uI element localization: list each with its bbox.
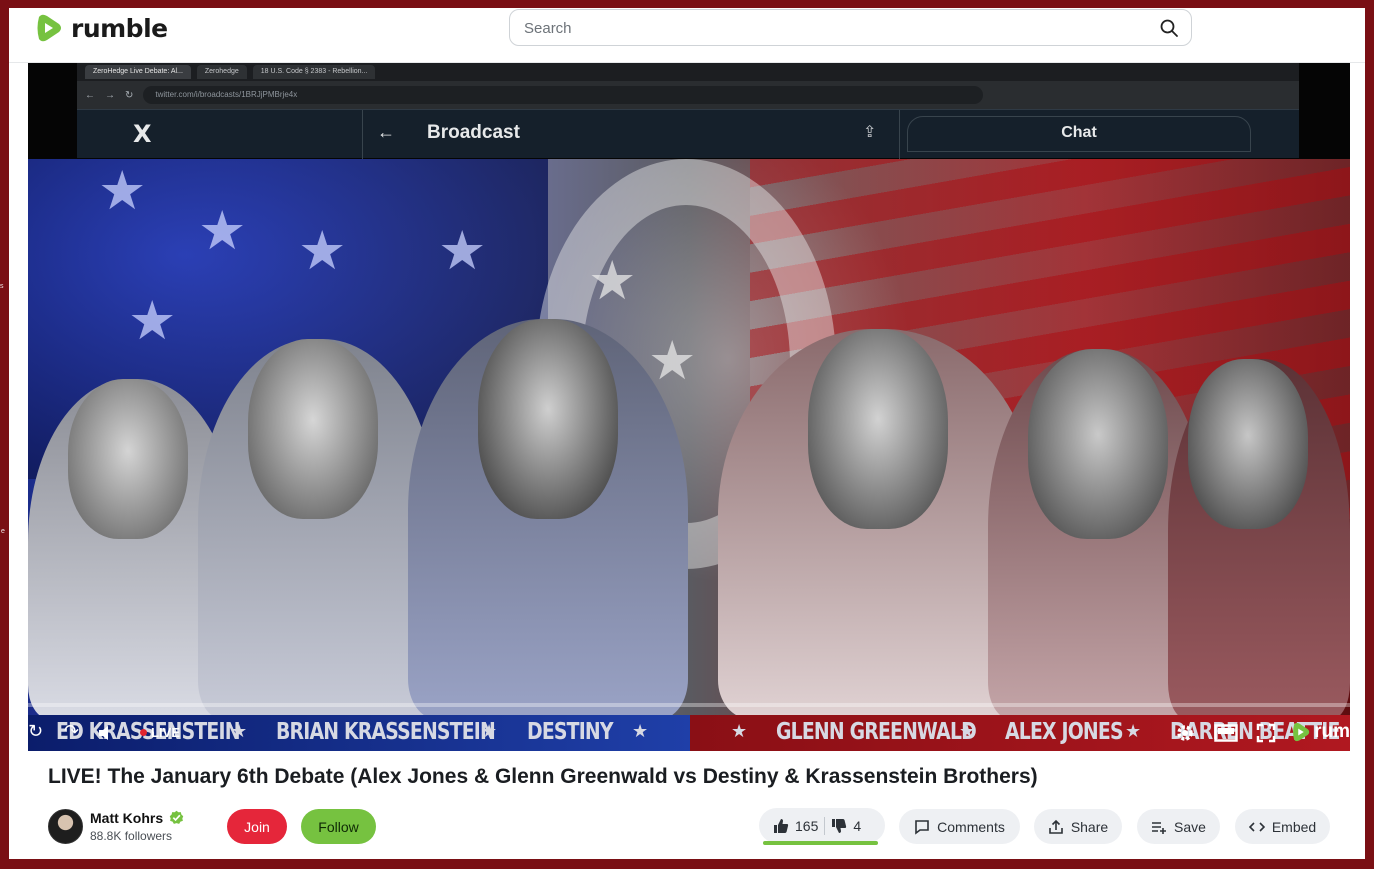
rumble-logo[interactable]: rumble <box>33 12 168 44</box>
video-thumbnail-art: ★ ★ ★ ★ ★ ★ ★ <box>28 159 1350 719</box>
browser-tab: ZeroHedge Live Debate: Al... <box>85 65 191 79</box>
divider <box>899 110 900 159</box>
rumble-logo-icon <box>37 14 61 42</box>
live-label: LIVE <box>151 725 180 740</box>
person-brian-krassenstein <box>198 339 438 719</box>
star-decoration: ★ <box>438 219 487 282</box>
like-ratio-bar <box>763 841 878 845</box>
thumbs-down-icon <box>832 818 847 833</box>
person-head <box>248 339 378 519</box>
page-frame: rumble ZeroHedge Live Debate: Al... Zero… <box>9 8 1365 859</box>
fullscreen-icon[interactable] <box>1256 723 1276 743</box>
x-back-arrow-icon: ← <box>377 122 395 142</box>
x-share-icon: ⇪ <box>863 124 877 141</box>
star-decoration: ★ <box>198 199 247 262</box>
settings-gear-icon[interactable] <box>1175 723 1195 743</box>
person-head <box>1028 349 1168 539</box>
player-rumble-logo[interactable]: rum <box>1290 721 1350 743</box>
x-broadcast-title: Broadcast <box>427 122 520 143</box>
channel-name[interactable]: Matt Kohrs <box>90 810 163 826</box>
embed-label: Embed <box>1271 818 1317 835</box>
rumble-logo-icon <box>1293 722 1310 742</box>
star-decoration: ★ <box>128 289 177 352</box>
comments-button[interactable]: Comments <box>899 809 1020 844</box>
browser-url: twitter.com/i/broadcasts/1BRJjPMBrje4x <box>143 86 984 104</box>
thumbs-up-icon <box>774 818 789 833</box>
code-brackets-icon <box>1248 821 1265 832</box>
vote-pill: 165 4 <box>759 808 885 843</box>
divider <box>362 110 363 159</box>
star-decoration: ★ <box>98 159 147 222</box>
live-dot-icon <box>140 729 147 736</box>
person-head <box>1188 359 1308 529</box>
player-controls: ↻ ↷ LIVE rum <box>28 715 1350 751</box>
logo-text: rumble <box>71 13 168 43</box>
video-player[interactable]: ZeroHedge Live Debate: Al... Zerohedge 1… <box>28 63 1350 751</box>
comment-icon <box>915 819 929 835</box>
theater-mode-icon[interactable] <box>1214 724 1238 742</box>
search-input[interactable] <box>524 18 1124 38</box>
person-head <box>808 329 948 529</box>
like-count: 165 <box>795 817 819 834</box>
edge-artifact: e <box>1 528 5 535</box>
vote-divider <box>824 816 826 835</box>
browser-tab-row: ZeroHedge Live Debate: Al... Zerohedge 1… <box>77 63 1299 81</box>
person-head <box>68 379 188 539</box>
x-broadcast-header: X ← Broadcast ⇪ Chat <box>77 109 1299 159</box>
dislike-count: 4 <box>853 817 862 834</box>
reload-icon: ↻ <box>125 89 134 101</box>
top-bar: rumble <box>9 8 1365 63</box>
browser-tab: 18 U.S. Code § 2383 - Rebellion... <box>252 65 376 79</box>
star-decoration: ★ <box>298 219 347 282</box>
verified-check-icon <box>169 810 184 824</box>
forward-icon[interactable]: ↷ <box>64 721 79 742</box>
back-arrow-icon: ← <box>85 89 95 101</box>
volume-icon[interactable] <box>96 723 116 743</box>
x-chat-tab: Chat <box>907 116 1251 152</box>
person-head <box>478 319 618 519</box>
join-button[interactable]: Join <box>227 809 287 844</box>
player-logo-text: rum <box>1314 721 1350 742</box>
upvote-button[interactable]: 165 <box>773 818 818 834</box>
save-label: Save <box>1174 818 1206 835</box>
channel-text: Matt Kohrs 88.8K followers <box>90 810 184 843</box>
x-logo-icon: X <box>133 120 152 148</box>
follower-count: 88.8K followers <box>90 828 173 843</box>
live-indicator: LIVE <box>140 725 180 740</box>
search-icon[interactable] <box>1159 18 1179 38</box>
share-label: Share <box>1070 818 1109 835</box>
comments-label: Comments <box>937 818 1005 835</box>
video-title: LIVE! The January 6th Debate (Alex Jones… <box>48 765 1038 788</box>
browser-tab: Zerohedge <box>196 65 247 79</box>
replay-icon[interactable]: ↻ <box>28 721 43 742</box>
channel-info[interactable]: Matt Kohrs 88.8K followers <box>48 806 184 846</box>
channel-avatar[interactable] <box>48 808 83 844</box>
channel-name-row: Matt Kohrs <box>90 810 184 826</box>
playlist-add-icon <box>1152 821 1167 834</box>
person-destiny <box>408 319 688 719</box>
share-icon <box>1049 819 1063 834</box>
embed-button[interactable]: Embed <box>1235 809 1330 844</box>
save-button[interactable]: Save <box>1137 809 1220 844</box>
follow-button[interactable]: Follow <box>301 809 376 844</box>
captured-browser-window: ZeroHedge Live Debate: Al... Zerohedge 1… <box>77 63 1299 159</box>
share-button[interactable]: Share <box>1034 809 1122 844</box>
person-darren-beattie <box>1168 359 1350 719</box>
progress-track[interactable] <box>28 703 1350 707</box>
search-box[interactable] <box>509 9 1192 46</box>
edge-artifact: s <box>0 283 4 290</box>
downvote-button[interactable]: 4 <box>831 818 861 834</box>
browser-url-row: ← → ↻ twitter.com/i/broadcasts/1BRJjPMBr… <box>77 83 1299 107</box>
vote-control: 165 4 <box>759 808 885 846</box>
forward-arrow-icon: → <box>105 89 115 101</box>
